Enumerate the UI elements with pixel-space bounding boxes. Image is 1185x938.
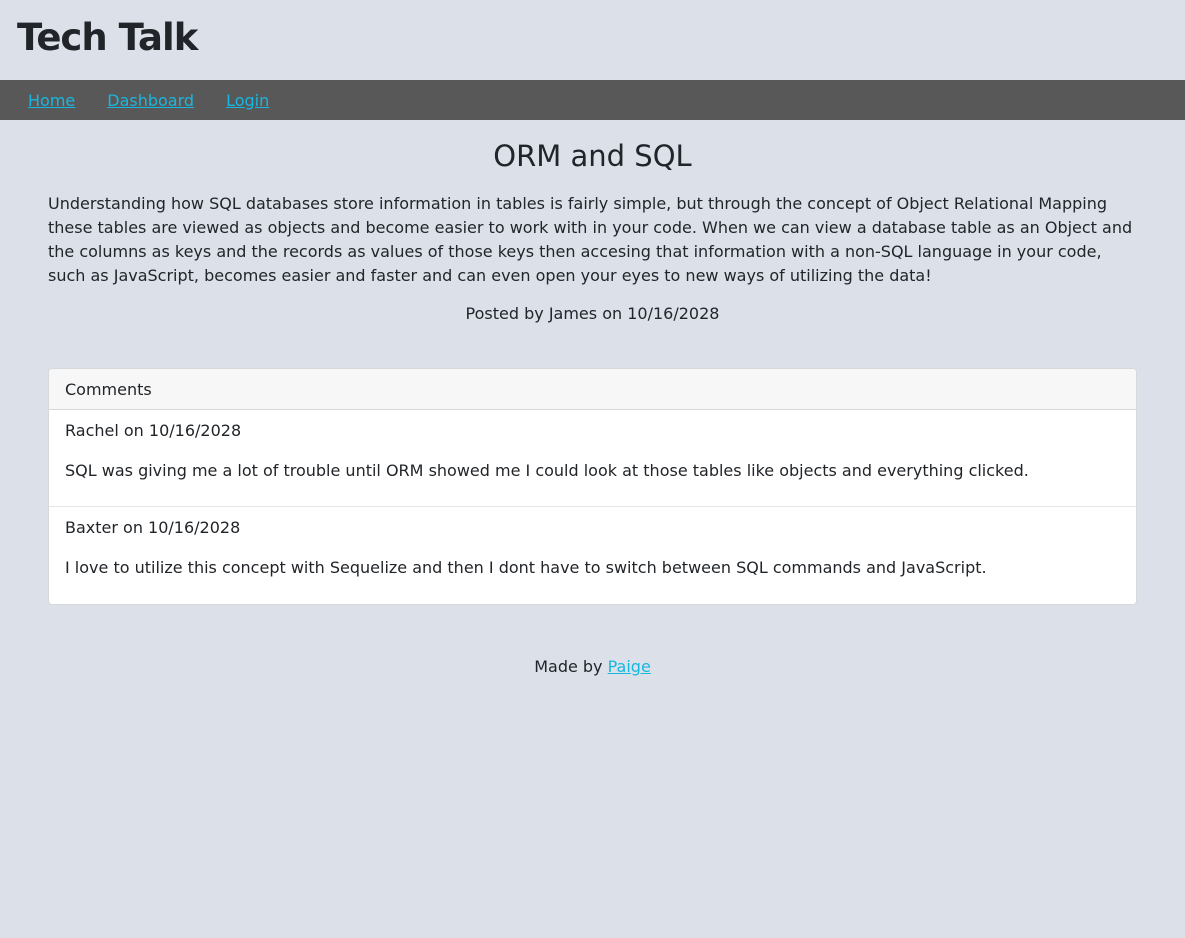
nav-link-login[interactable]: Login <box>226 91 269 110</box>
comment-item: Baxter on 10/16/2028 I love to utilize t… <box>49 507 1136 604</box>
comments-card: Comments Rachel on 10/16/2028 SQL was gi… <box>48 367 1137 605</box>
nav-link-dashboard[interactable]: Dashboard <box>107 91 194 110</box>
comment-item: Rachel on 10/16/2028 SQL was giving me a… <box>49 410 1136 507</box>
comment-meta: Baxter on 10/16/2028 <box>65 517 241 537</box>
site-header: Tech Talk <box>0 0 1185 80</box>
footer-prefix: Made by <box>534 656 608 676</box>
comment-text: I love to utilize this concept with Sequ… <box>65 557 987 577</box>
footer-author-link[interactable]: Paige <box>608 657 651 676</box>
nav-link-home[interactable]: Home <box>28 91 75 110</box>
navbar: Home Dashboard Login <box>0 80 1185 120</box>
post-body: Understanding how SQL databases store in… <box>48 193 1133 285</box>
post-meta: Posted by James on 10/16/2028 <box>465 303 720 323</box>
footer: Made by Paige <box>48 657 1137 676</box>
site-title: Tech Talk <box>17 16 198 59</box>
post-title: ORM and SQL <box>493 139 692 173</box>
main-content: ORM and SQL Understanding how SQL databa… <box>0 139 1185 676</box>
comment-text: SQL was giving me a lot of trouble until… <box>65 460 1029 480</box>
comment-meta: Rachel on 10/16/2028 <box>65 420 242 440</box>
comments-header: Comments <box>49 368 1136 410</box>
